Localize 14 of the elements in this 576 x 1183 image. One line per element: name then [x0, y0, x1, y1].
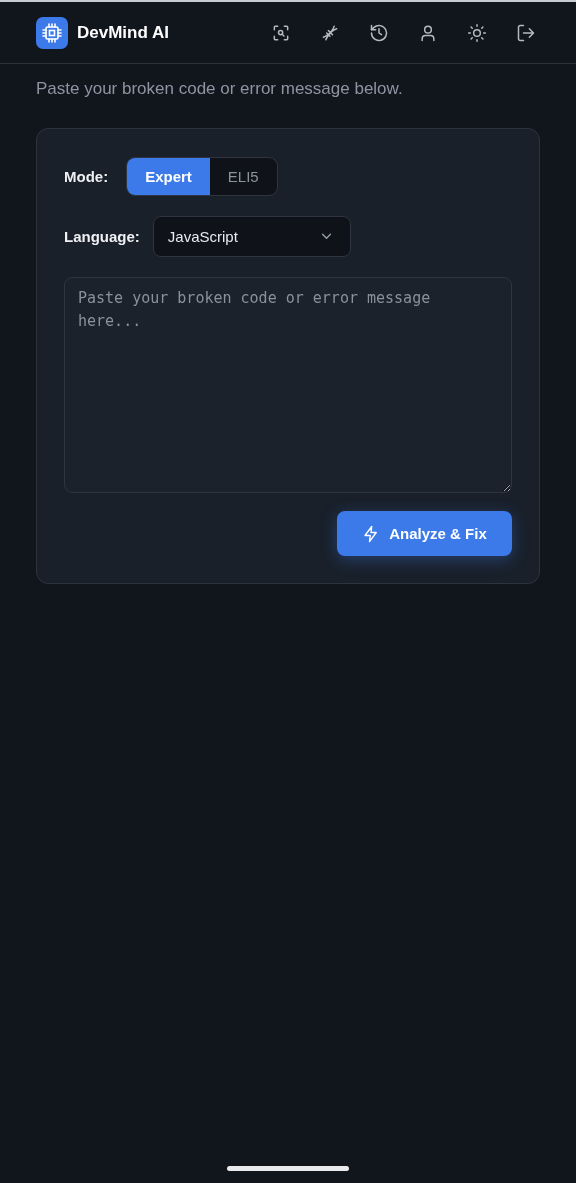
- mode-option[interactable]: ELI5: [209, 158, 277, 195]
- chevron-down-icon: [320, 233, 332, 240]
- logout-icon[interactable]: [516, 22, 536, 43]
- analyze-button[interactable]: Analyze & Fix: [337, 511, 512, 556]
- language-select[interactable]: JavaScript: [152, 216, 351, 257]
- mode-label: Mode:: [64, 168, 109, 185]
- chip-logo-icon: [36, 16, 68, 49]
- history-icon[interactable]: [369, 22, 389, 43]
- subtitle: Paste your broken code or error message below.: [36, 79, 404, 99]
- mode-option[interactable]: Expert: [127, 158, 210, 195]
- sun-icon[interactable]: [467, 22, 487, 43]
- language-label: Language:: [64, 228, 140, 245]
- app-name: DevMind AI: [77, 22, 169, 43]
- code-input[interactable]: Paste your broken code or error message here...: [64, 277, 512, 493]
